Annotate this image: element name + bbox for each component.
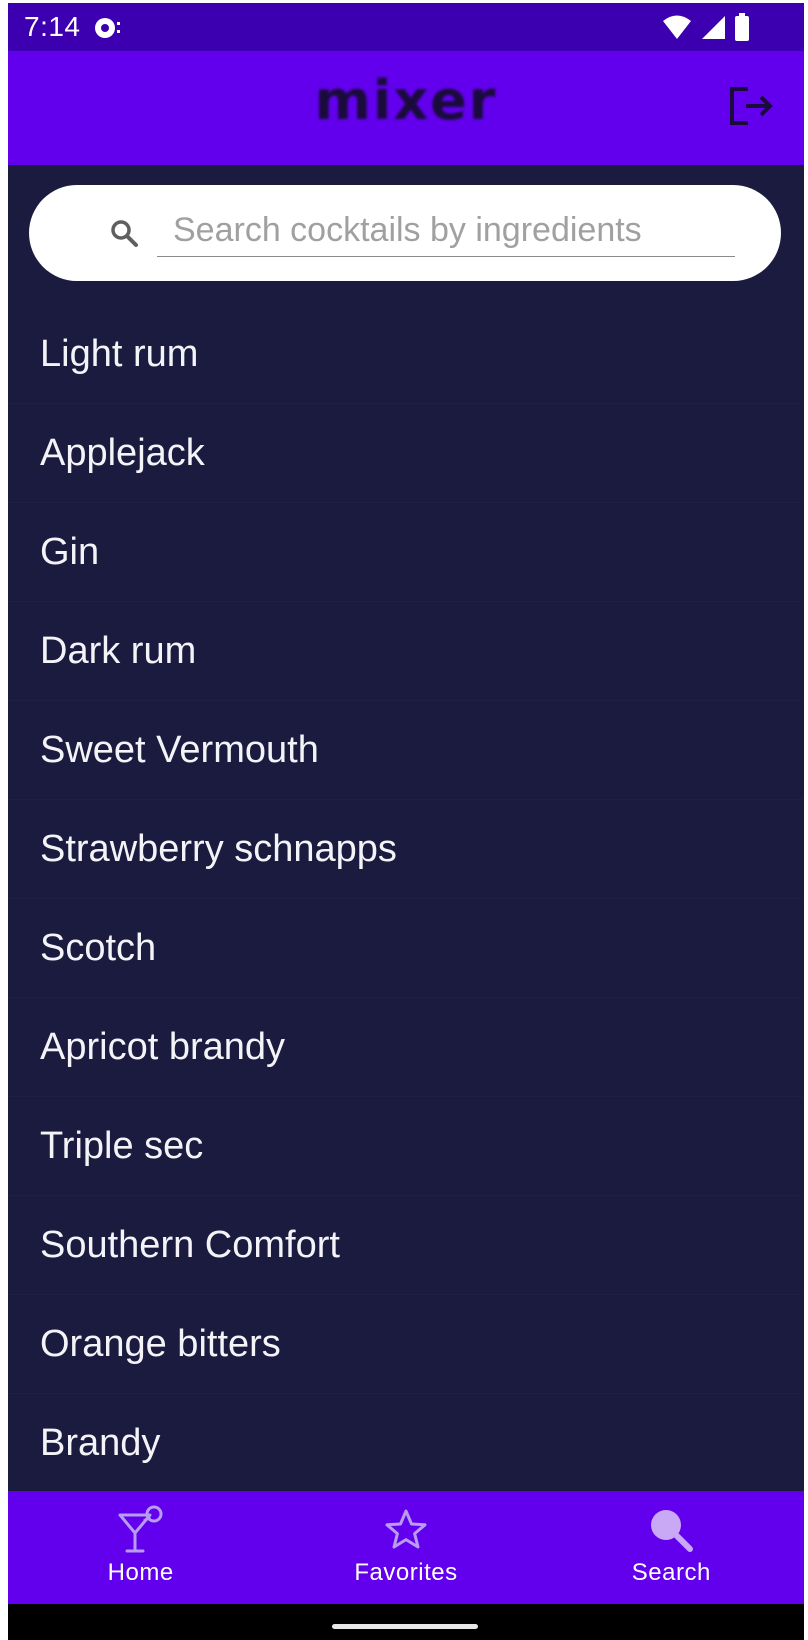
nav-home[interactable]: Home bbox=[8, 1491, 273, 1604]
list-item[interactable]: Strawberry schnapps bbox=[8, 800, 804, 899]
nav-search-label: Search bbox=[631, 1559, 711, 1586]
nav-search[interactable]: Search bbox=[539, 1491, 804, 1604]
list-item[interactable]: Dark rum bbox=[8, 602, 804, 701]
app-bar: mixer bbox=[8, 51, 804, 165]
bottom-navigation: Home Favorites Search bbox=[8, 1491, 804, 1604]
status-bar: 7:14 bbox=[8, 3, 804, 51]
media-notification-icon bbox=[95, 18, 120, 38]
status-time: 7:14 bbox=[24, 11, 81, 42]
gesture-navigation-bar bbox=[8, 1604, 804, 1640]
logout-icon[interactable] bbox=[728, 85, 776, 129]
list-item[interactable]: Orange bitters bbox=[8, 1295, 804, 1394]
nav-home-label: Home bbox=[107, 1559, 174, 1586]
search-bar[interactable] bbox=[29, 185, 781, 281]
search-icon bbox=[111, 220, 138, 247]
star-outline-icon bbox=[385, 1509, 427, 1549]
search-input[interactable] bbox=[157, 205, 735, 257]
cocktail-glass-icon bbox=[118, 1505, 163, 1553]
list-item[interactable]: Applejack bbox=[8, 404, 804, 503]
home-gesture-handle[interactable] bbox=[332, 1624, 478, 1629]
cell-signal-icon bbox=[702, 16, 725, 39]
list-item[interactable]: Scotch bbox=[8, 899, 804, 998]
search-icon bbox=[651, 1510, 694, 1552]
app-title: mixer bbox=[314, 69, 498, 132]
list-item[interactable]: Triple sec bbox=[8, 1097, 804, 1196]
list-item[interactable]: Light rum bbox=[8, 305, 804, 404]
nav-favorites[interactable]: Favorites bbox=[273, 1491, 538, 1604]
status-icons bbox=[662, 13, 750, 41]
list-item[interactable]: Brandy bbox=[8, 1394, 804, 1493]
list-item[interactable]: Sweet Vermouth bbox=[8, 701, 804, 800]
nav-favorites-label: Favorites bbox=[354, 1559, 458, 1586]
list-item[interactable]: Southern Comfort bbox=[8, 1196, 804, 1295]
list-item[interactable]: Apricot brandy bbox=[8, 998, 804, 1097]
battery-icon bbox=[735, 13, 749, 41]
app-screen: 7:14 mixer Search cocktails by ingredien… bbox=[8, 3, 804, 1640]
ingredient-list: Light rum Applejack Gin Dark rum Sweet V… bbox=[8, 305, 804, 1493]
list-item[interactable]: Gin bbox=[8, 503, 804, 602]
wifi-icon bbox=[663, 15, 691, 39]
